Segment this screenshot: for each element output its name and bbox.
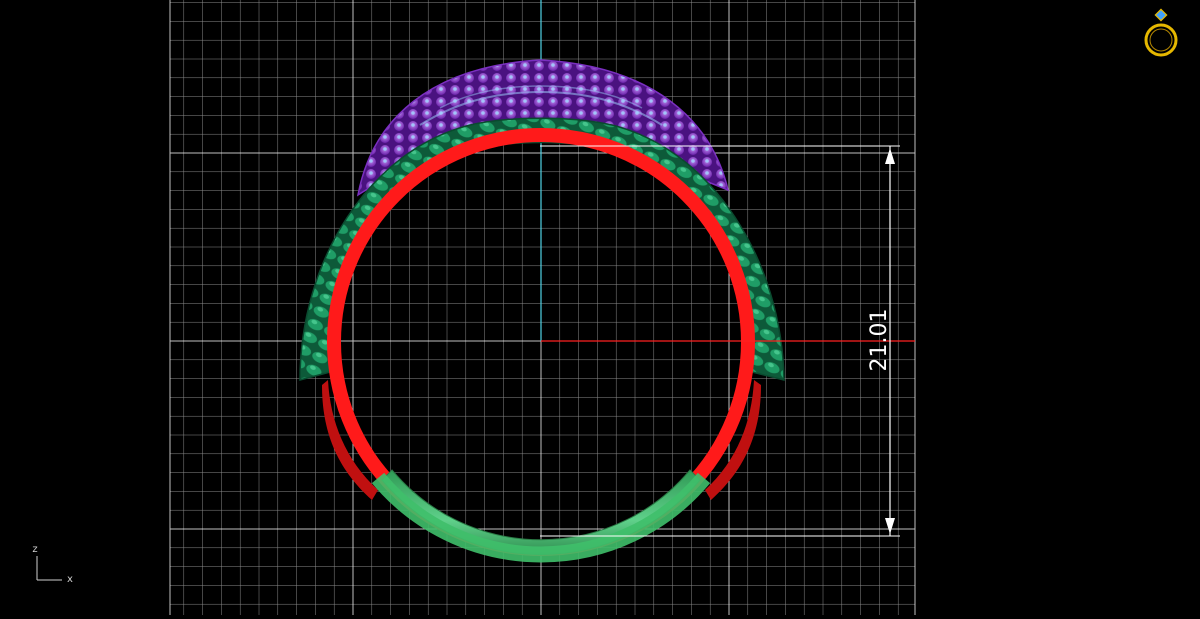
- 3d-viewport[interactable]: 21.01 z x: [0, 0, 1200, 615]
- axis-gizmo: z x: [32, 544, 73, 585]
- axis-gizmo-z-label: z: [32, 544, 37, 555]
- ring-icon[interactable]: [1144, 8, 1178, 57]
- dimension-value: 21.01: [867, 309, 892, 372]
- axis-gizmo-x-label: x: [67, 574, 73, 585]
